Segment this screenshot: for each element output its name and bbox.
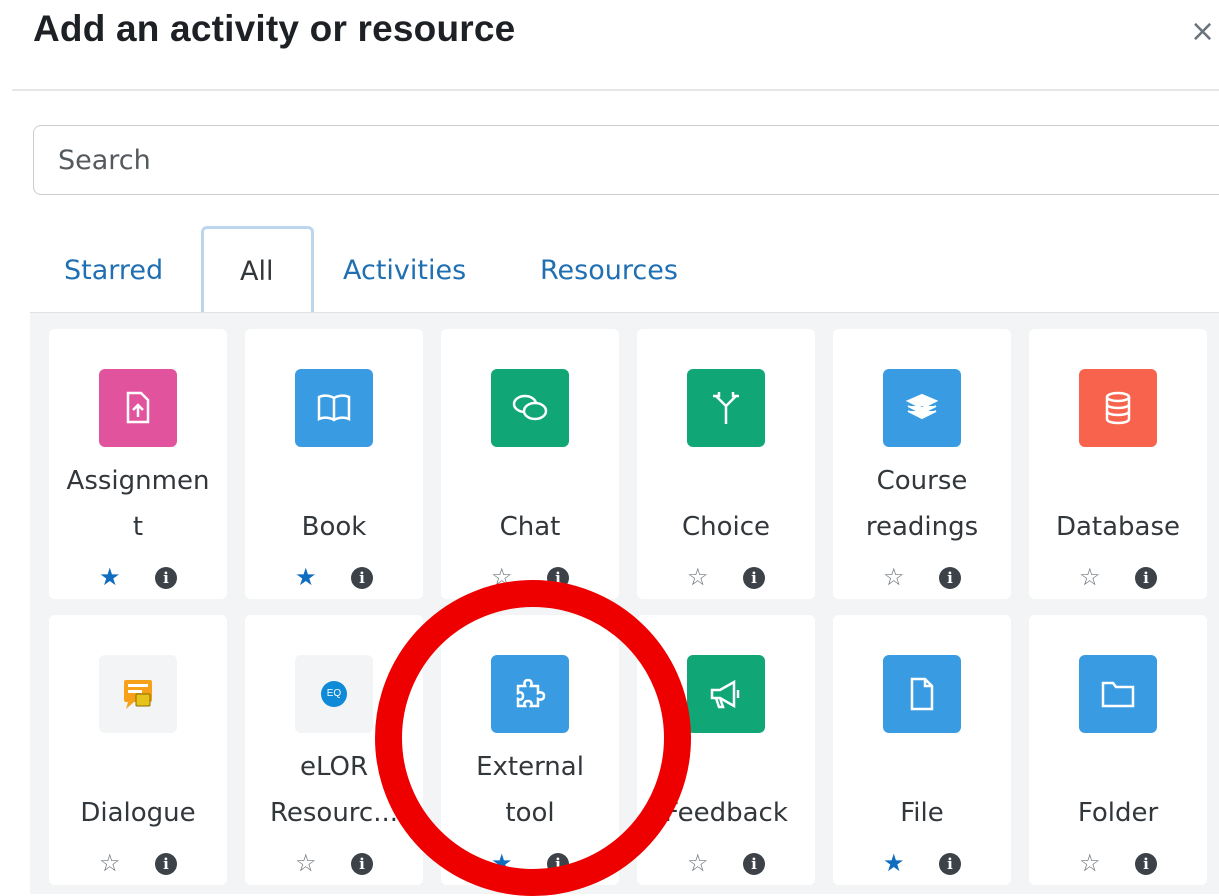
info-icon[interactable]: i <box>1135 567 1157 589</box>
activity-card-book[interactable]: Book ★ i <box>245 329 423 599</box>
info-icon[interactable]: i <box>1135 853 1157 875</box>
file-icon <box>883 655 961 733</box>
tab-resources[interactable]: Resources <box>540 255 678 286</box>
activity-card-folder[interactable]: Folder ☆ i <box>1029 615 1207 885</box>
star-outline-icon[interactable]: ☆ <box>687 849 709 877</box>
chat-icon <box>491 369 569 447</box>
activity-label-line2: Folder <box>1077 798 1159 828</box>
star-outline-icon[interactable]: ☆ <box>883 563 905 591</box>
activity-card-choice[interactable]: Choice ☆ i <box>637 329 815 599</box>
book-icon <box>295 369 373 447</box>
modal-title: Add an activity or resource <box>33 8 516 49</box>
activity-label-line1: Course <box>876 466 968 496</box>
star-filled-icon[interactable]: ★ <box>295 563 317 591</box>
activity-card-file[interactable]: File ★ i <box>833 615 1011 885</box>
close-icon[interactable]: × <box>1190 14 1215 49</box>
highlight-circle-annotation <box>375 580 691 896</box>
info-icon[interactable]: i <box>155 853 177 875</box>
search-input[interactable] <box>33 125 1219 195</box>
info-icon[interactable]: i <box>939 853 961 875</box>
activity-card-database[interactable]: Database ☆ i <box>1029 329 1207 599</box>
activity-card-course-readings[interactable]: Course readings ☆ i <box>833 329 1011 599</box>
activity-label-line2: Dialogue <box>80 798 196 828</box>
megaphone-icon <box>687 655 765 733</box>
tab-activities[interactable]: Activities <box>343 255 466 286</box>
activity-card-assignment[interactable]: Assignmen t ★ i <box>49 329 227 599</box>
activity-label-line1: Assignmen <box>66 466 210 496</box>
activity-label-line2: t <box>132 512 144 542</box>
activity-label-line2: Database <box>1055 512 1181 542</box>
tab-all-label: All <box>240 256 274 287</box>
elor-icon: EQ <box>295 655 373 733</box>
activity-label-line2: readings <box>865 512 979 542</box>
activity-label-line2: Book <box>301 512 367 542</box>
info-icon[interactable]: i <box>939 567 961 589</box>
tab-all[interactable]: All <box>201 226 314 318</box>
header-divider <box>12 89 1219 91</box>
star-outline-icon[interactable]: ☆ <box>1079 563 1101 591</box>
activity-label-line2: File <box>900 798 944 828</box>
database-icon <box>1079 369 1157 447</box>
star-outline-icon[interactable]: ☆ <box>1079 849 1101 877</box>
dialogue-icon <box>99 655 177 733</box>
star-outline-icon[interactable]: ☆ <box>687 563 709 591</box>
star-outline-icon[interactable]: ☆ <box>99 849 121 877</box>
info-icon[interactable]: i <box>743 567 765 589</box>
activity-card-dialogue[interactable]: Dialogue ☆ i <box>49 615 227 885</box>
star-outline-icon[interactable]: ☆ <box>295 849 317 877</box>
info-icon[interactable]: i <box>351 853 373 875</box>
activity-card-chat[interactable]: Chat ☆ i <box>441 329 619 599</box>
activity-label-line2: Choice <box>681 512 771 542</box>
tab-starred[interactable]: Starred <box>64 255 163 286</box>
info-icon[interactable]: i <box>743 853 765 875</box>
star-filled-icon[interactable]: ★ <box>99 563 121 591</box>
course-readings-icon <box>883 369 961 447</box>
info-icon[interactable]: i <box>351 567 373 589</box>
folder-icon <box>1079 655 1157 733</box>
elor-badge: EQ <box>321 681 347 707</box>
choice-icon <box>687 369 765 447</box>
assignment-icon <box>99 369 177 447</box>
star-filled-icon[interactable]: ★ <box>883 849 905 877</box>
info-icon[interactable]: i <box>155 567 177 589</box>
activity-label-line2: Chat <box>499 512 561 542</box>
